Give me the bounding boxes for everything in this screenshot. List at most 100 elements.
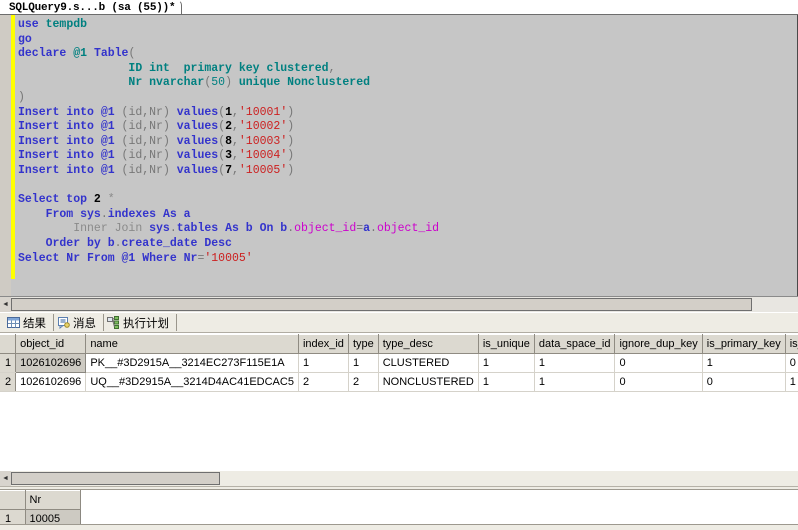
code-token: '10001': [239, 106, 287, 119]
editor-scrollbar-thumb[interactable]: [11, 298, 752, 311]
row-number-cell[interactable]: 2: [0, 373, 16, 392]
table-cell[interactable]: 1026102696: [16, 373, 86, 392]
column-header[interactable]: name: [86, 335, 299, 354]
code-token: [115, 135, 122, 148]
code-token: Select Nr From: [18, 252, 122, 265]
code-token: Select top: [18, 193, 94, 206]
grid2-header-row: Nr: [0, 491, 80, 510]
sql-code-editor[interactable]: use tempdbgodeclare @1 Table( ID int pri…: [0, 15, 798, 296]
code-token: [115, 149, 122, 162]
table-cell[interactable]: 1: [702, 354, 785, 373]
table-cell[interactable]: 0: [615, 373, 702, 392]
code-token: 8: [225, 135, 232, 148]
code-line: Nr nvarchar(50) unique Nonclustered: [18, 76, 439, 91]
grid-corner-cell[interactable]: [0, 335, 16, 354]
column-header[interactable]: is_primary_key: [702, 335, 785, 354]
code-token: Desc: [197, 237, 232, 250]
table-cell[interactable]: 1: [298, 354, 348, 373]
code-token: '10003': [239, 135, 287, 148]
column-header[interactable]: type_desc: [378, 335, 478, 354]
code-line: [18, 266, 439, 281]
row-number-cell[interactable]: 1: [0, 354, 16, 373]
grid-icon: [7, 316, 20, 329]
editor-code-text[interactable]: use tempdbgodeclare @1 Table( ID int pri…: [18, 18, 439, 296]
code-token: b: [108, 237, 115, 250]
code-token: (id,Nr): [122, 149, 170, 162]
table-cell[interactable]: 1: [478, 373, 534, 392]
column-header[interactable]: type: [348, 335, 378, 354]
code-token: @1: [101, 149, 115, 162]
code-token: [170, 164, 177, 177]
table-cell[interactable]: PK__#3D2915A__3214EC273F115E1A: [86, 354, 299, 373]
results-grid-2[interactable]: Nr110005: [0, 490, 798, 524]
code-line: declare @1 Table(: [18, 47, 439, 62]
table-cell[interactable]: UQ__#3D2915A__3214D4AC41EDCAC5: [86, 373, 299, 392]
column-header[interactable]: index_id: [298, 335, 348, 354]
table-cell[interactable]: 2: [348, 373, 378, 392]
table-cell[interactable]: 10005: [25, 510, 80, 525]
table-row[interactable]: 110005: [0, 510, 80, 525]
editor-horizontal-scrollbar[interactable]: ◄: [0, 296, 798, 312]
results-grid-1[interactable]: object_idnameindex_idtypetype_descis_uni…: [0, 334, 798, 464]
column-header[interactable]: Nr: [25, 491, 80, 510]
table-cell[interactable]: 1: [534, 373, 615, 392]
grid1-header-row: object_idnameindex_idtypetype_descis_uni…: [0, 335, 798, 354]
message-icon: [57, 316, 70, 329]
code-token: 2: [94, 193, 101, 206]
column-header[interactable]: object_id: [16, 335, 86, 354]
table-cell[interactable]: 1: [478, 354, 534, 373]
scroll-left-arrow-icon[interactable]: ◄: [0, 297, 11, 312]
table-row[interactable]: 21026102696UQ__#3D2915A__3214D4AC41EDCAC…: [0, 373, 798, 392]
code-token: sys: [149, 222, 170, 235]
results-grid-horizontal-scrollbar[interactable]: ◄: [0, 470, 798, 486]
results-tab-3[interactable]: 执行计划: [104, 314, 177, 331]
table-cell[interactable]: 1: [534, 354, 615, 373]
code-token: Insert into: [18, 135, 101, 148]
code-token: ID int primary key clustered: [18, 62, 329, 75]
table-cell[interactable]: 0: [615, 354, 702, 373]
results-tab-label: 结果: [23, 315, 46, 331]
grid2-table[interactable]: Nr110005: [0, 490, 81, 524]
document-tab-sqlquery9[interactable]: SQLQuery9.s...b (sa (55))*: [2, 0, 182, 15]
code-token: ): [287, 135, 294, 148]
table-cell[interactable]: 1: [348, 354, 378, 373]
code-token: a: [363, 222, 370, 235]
code-token: '10005': [204, 252, 252, 265]
code-token: ): [287, 164, 294, 177]
table-row[interactable]: 11026102696PK__#3D2915A__3214EC273F115E1…: [0, 354, 798, 373]
code-token: 2: [225, 120, 232, 133]
grid-scroll-left-arrow-icon[interactable]: ◄: [0, 471, 11, 486]
code-line: ): [18, 91, 439, 106]
code-token: [170, 149, 177, 162]
code-token: ): [225, 76, 232, 89]
column-header[interactable]: data_space_id: [534, 335, 615, 354]
code-token: @1: [101, 120, 115, 133]
results-tab-1[interactable]: 结果: [4, 314, 54, 331]
grid-corner-cell[interactable]: [0, 491, 25, 510]
row-number-cell[interactable]: 1: [0, 510, 25, 525]
code-token: tables: [177, 222, 218, 235]
ssms-query-window: SQLQuery9.s...b (sa (55))* use tempdbgod…: [0, 0, 798, 530]
table-cell[interactable]: 2: [298, 373, 348, 392]
results-tab-2[interactable]: 消息: [54, 314, 104, 331]
code-line: go: [18, 33, 439, 48]
table-cell[interactable]: 0: [702, 373, 785, 392]
results-grid-scrollbar-thumb[interactable]: [11, 472, 220, 485]
code-line: Order by b.create_date Desc: [18, 237, 439, 252]
code-token: object_id: [294, 222, 356, 235]
code-token: .: [115, 237, 122, 250]
code-token: values: [177, 135, 218, 148]
grid1-table[interactable]: object_idnameindex_idtypetype_descis_uni…: [0, 334, 798, 392]
execution-plan-icon: [107, 316, 120, 329]
code-token: tempdb: [46, 18, 87, 31]
table-cell[interactable]: 1: [785, 373, 798, 392]
code-line: [18, 281, 439, 296]
column-header[interactable]: ignore_dup_key: [615, 335, 702, 354]
column-header[interactable]: is_unique: [478, 335, 534, 354]
code-line: Select top 2 *: [18, 193, 439, 208]
column-header[interactable]: is_unique_constraint: [785, 335, 798, 354]
table-cell[interactable]: 1026102696: [16, 354, 86, 373]
table-cell[interactable]: CLUSTERED: [378, 354, 478, 373]
table-cell[interactable]: 0: [785, 354, 798, 373]
table-cell[interactable]: NONCLUSTERED: [378, 373, 478, 392]
